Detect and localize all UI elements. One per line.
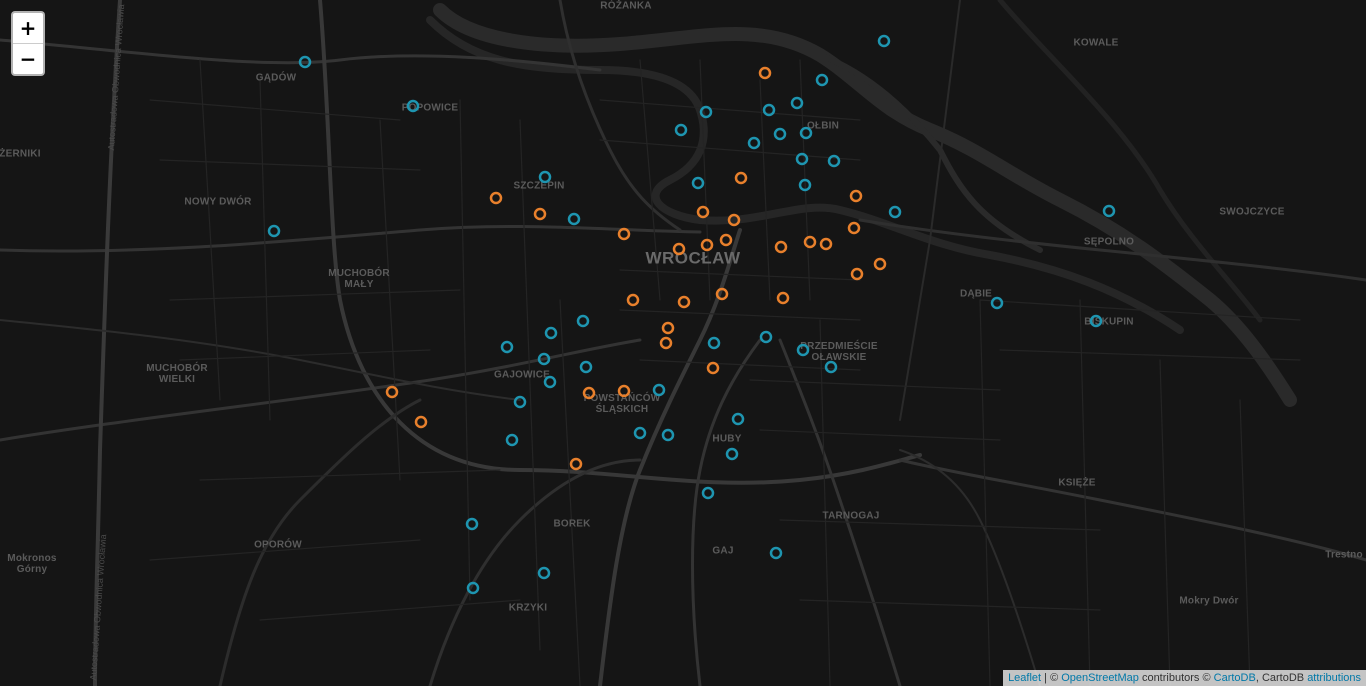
blue-marker[interactable] — [699, 105, 713, 119]
blue-marker[interactable] — [827, 154, 841, 168]
blue-marker[interactable] — [537, 352, 551, 366]
orange-marker[interactable] — [847, 221, 861, 235]
blue-marker[interactable] — [888, 205, 902, 219]
blue-marker[interactable] — [537, 566, 551, 580]
attribution-contributors: contributors © — [1138, 672, 1214, 684]
zoom-in-button[interactable]: + — [13, 13, 43, 43]
zoom-control: + − — [11, 11, 45, 76]
orange-marker[interactable] — [489, 191, 503, 205]
blue-marker[interactable] — [500, 340, 514, 354]
orange-marker[interactable] — [873, 257, 887, 271]
blue-marker[interactable] — [543, 375, 557, 389]
blue-marker[interactable] — [406, 99, 420, 113]
orange-marker[interactable] — [719, 233, 733, 247]
blue-marker[interactable] — [633, 426, 647, 440]
blue-marker[interactable] — [824, 360, 838, 374]
blue-marker[interactable] — [790, 96, 804, 110]
blue-marker[interactable] — [544, 326, 558, 340]
blue-marker[interactable] — [579, 360, 593, 374]
attribution-cartodb-text: , CartoDB — [1255, 672, 1308, 684]
blue-marker[interactable] — [576, 314, 590, 328]
blue-marker[interactable] — [725, 447, 739, 461]
orange-marker[interactable] — [659, 336, 673, 350]
blue-marker[interactable] — [505, 433, 519, 447]
blue-marker[interactable] — [652, 383, 666, 397]
orange-marker[interactable] — [715, 287, 729, 301]
blue-marker[interactable] — [731, 412, 745, 426]
blue-marker[interactable] — [747, 136, 761, 150]
orange-marker[interactable] — [819, 237, 833, 251]
orange-marker[interactable] — [617, 384, 631, 398]
orange-marker[interactable] — [385, 385, 399, 399]
blue-marker[interactable] — [773, 127, 787, 141]
osm-link[interactable]: OpenStreetMap — [1061, 672, 1139, 684]
blue-marker[interactable] — [798, 178, 812, 192]
blue-marker[interactable] — [799, 126, 813, 140]
orange-marker[interactable] — [677, 295, 691, 309]
orange-marker[interactable] — [774, 240, 788, 254]
orange-marker[interactable] — [533, 207, 547, 221]
orange-marker[interactable] — [569, 457, 583, 471]
blue-marker[interactable] — [701, 486, 715, 500]
cartodb-link[interactable]: CartoDB — [1214, 672, 1256, 684]
blue-marker[interactable] — [661, 428, 675, 442]
blue-marker[interactable] — [691, 176, 705, 190]
blue-marker[interactable] — [538, 170, 552, 184]
orange-marker[interactable] — [734, 171, 748, 185]
leaflet-link[interactable]: Leaflet — [1008, 672, 1041, 684]
blue-marker[interactable] — [465, 517, 479, 531]
blue-marker[interactable] — [877, 34, 891, 48]
blue-marker[interactable] — [796, 343, 810, 357]
blue-marker[interactable] — [1102, 204, 1116, 218]
attributions-link[interactable]: attributions — [1307, 672, 1361, 684]
blue-marker[interactable] — [759, 330, 773, 344]
marker-layer — [267, 34, 1116, 595]
blue-marker[interactable] — [567, 212, 581, 226]
attribution-sep: | © — [1041, 672, 1062, 684]
orange-marker[interactable] — [700, 238, 714, 252]
orange-marker[interactable] — [850, 267, 864, 281]
blue-marker[interactable] — [466, 581, 480, 595]
orange-marker[interactable] — [696, 205, 710, 219]
orange-marker[interactable] — [582, 386, 596, 400]
orange-marker[interactable] — [414, 415, 428, 429]
map-container[interactable]: RÓŻANKA KOWALE GĄDÓW POPOWICE OŁBIN ŻERN… — [0, 0, 1366, 686]
blue-marker[interactable] — [267, 224, 281, 238]
orange-marker[interactable] — [626, 293, 640, 307]
orange-marker[interactable] — [849, 189, 863, 203]
blue-marker[interactable] — [990, 296, 1004, 310]
blue-marker[interactable] — [769, 546, 783, 560]
attribution: Leaflet | © OpenStreetMap contributors ©… — [1003, 670, 1366, 686]
orange-marker[interactable] — [776, 291, 790, 305]
orange-marker[interactable] — [661, 321, 675, 335]
orange-marker[interactable] — [758, 66, 772, 80]
blue-marker[interactable] — [513, 395, 527, 409]
blue-marker[interactable] — [795, 152, 809, 166]
blue-marker[interactable] — [1089, 314, 1103, 328]
orange-marker[interactable] — [672, 242, 686, 256]
orange-marker[interactable] — [617, 227, 631, 241]
orange-marker[interactable] — [706, 361, 720, 375]
blue-marker[interactable] — [762, 103, 776, 117]
orange-marker[interactable] — [803, 235, 817, 249]
blue-marker[interactable] — [707, 336, 721, 350]
blue-marker[interactable] — [815, 73, 829, 87]
orange-marker[interactable] — [727, 213, 741, 227]
blue-marker[interactable] — [674, 123, 688, 137]
blue-marker[interactable] — [298, 55, 312, 69]
zoom-out-button[interactable]: − — [13, 43, 43, 74]
